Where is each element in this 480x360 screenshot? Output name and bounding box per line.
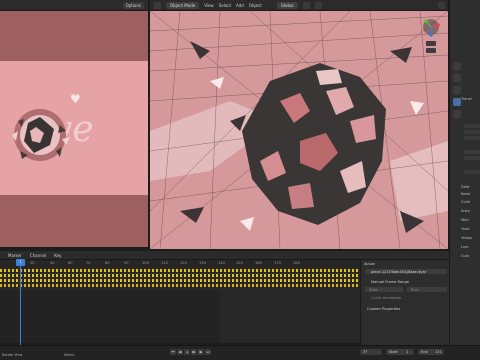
next-key-icon[interactable]: ▶	[198, 349, 204, 355]
love-text-shatter-render: ve ♥	[12, 92, 94, 161]
svg-text:♥: ♥	[70, 92, 81, 106]
object-mode-dropdown[interactable]: Object Mode	[166, 1, 200, 9]
end-frame-label: End	[411, 288, 418, 292]
prev-key-icon[interactable]: ◀	[177, 349, 183, 355]
editor-type-icon[interactable]	[154, 1, 161, 9]
shading-icon[interactable]	[438, 1, 445, 9]
tick-label: 100	[142, 261, 149, 265]
play-reverse-icon[interactable]: ◂	[184, 349, 190, 355]
shattered-mesh-scene	[150, 11, 448, 249]
tool-tab-icon[interactable]	[453, 62, 461, 70]
menu-view[interactable]: View	[204, 3, 214, 8]
props-label-relations[interactable]: Relat	[461, 192, 470, 196]
frame-ruler[interactable]: 20 40 60 70 80 90 100 110 120 130 140 15…	[0, 260, 360, 267]
dopesheet-empty-region	[0, 290, 220, 343]
props-label-lineart[interactable]: Line	[461, 245, 469, 249]
props-label-motion[interactable]: Moti	[461, 218, 469, 222]
object-tab-icon[interactable]	[453, 86, 461, 94]
cyclic-animation-checkbox[interactable]: Cyclic Animation	[371, 296, 401, 300]
status-hint-left: Rotate View	[2, 353, 23, 357]
playhead-line[interactable]	[20, 259, 21, 345]
status-hint-mid: Select	[64, 353, 75, 357]
props-label-collections[interactable]: Colle	[461, 200, 470, 204]
tick-label: 150	[236, 261, 243, 265]
property-row[interactable]	[464, 130, 480, 134]
tick-label: 140	[218, 261, 225, 265]
viewport-header: Object Mode View Select Add Object Globa…	[150, 0, 448, 11]
dopesheet-header: Marker Channel Key	[0, 251, 449, 260]
tick-label: 130	[199, 261, 206, 265]
snap-icon[interactable]	[302, 1, 310, 9]
property-row[interactable]	[464, 124, 480, 128]
property-row[interactable]	[464, 136, 480, 140]
render-band-top	[0, 11, 148, 61]
proportional-edit-icon[interactable]	[314, 1, 322, 9]
property-row[interactable]	[464, 156, 480, 160]
props-label-viewport[interactable]: Viewp	[461, 236, 472, 240]
3d-viewport[interactable]	[150, 11, 448, 249]
keyframe-row[interactable]	[0, 269, 360, 272]
play-icon[interactable]: ▶	[191, 349, 197, 355]
transform-orientation-dropdown[interactable]: Global	[276, 1, 298, 9]
menu-key[interactable]: Key	[54, 253, 61, 258]
tick-label: 180	[293, 261, 300, 265]
props-label-custom[interactable]: Cust	[461, 254, 469, 258]
properties-editor	[449, 0, 480, 345]
props-label-transform[interactable]: Transf	[461, 97, 472, 101]
jump-end-icon[interactable]: ⏭	[205, 349, 211, 355]
action-panel-title[interactable]: Action	[364, 262, 375, 266]
action-sidebar-panel: Action piece.1210Take.001|Base.dyar Manu…	[360, 260, 449, 345]
tick-label: 80	[105, 261, 110, 265]
object-properties-tab-icon[interactable]	[453, 98, 461, 106]
end-frame-value[interactable]: 131	[432, 349, 444, 355]
modifier-tab-icon[interactable]	[453, 110, 461, 118]
manual-frame-range-label[interactable]: Manual Frame Range	[371, 280, 409, 284]
keyframe-row[interactable]	[0, 284, 360, 287]
tick-label: 120	[180, 261, 187, 265]
menu-object[interactable]: Object	[249, 3, 262, 8]
menu-add[interactable]: Add	[236, 3, 244, 8]
current-frame-field[interactable]: 37	[360, 349, 382, 355]
render-tab-icon[interactable]	[453, 74, 461, 82]
tick-label: 70	[86, 261, 91, 265]
property-row[interactable]	[464, 150, 480, 154]
tick-label: 60	[68, 261, 73, 265]
start-frame-value[interactable]: 1	[403, 349, 413, 355]
props-label-instancing[interactable]: Insta	[461, 209, 470, 213]
render-preview: ve ♥	[0, 11, 148, 247]
menu-channel[interactable]: Channel	[30, 253, 46, 258]
props-label-delta[interactable]: Deltr	[461, 185, 470, 189]
tick-label: 110	[161, 261, 168, 265]
property-row[interactable]	[464, 170, 480, 174]
menu-select[interactable]: Select	[219, 3, 231, 8]
keyframe-row[interactable]	[0, 279, 360, 282]
menu-marker[interactable]: Marker	[8, 253, 22, 258]
tick-label: 20	[30, 261, 35, 265]
custom-properties-panel[interactable]: Custom Properties	[367, 307, 400, 311]
tick-label: 40	[50, 261, 55, 265]
keyframe-row[interactable]	[0, 274, 360, 277]
start-frame-label: Start	[369, 288, 378, 292]
navigation-gizmo[interactable]	[418, 17, 444, 57]
tick-label: 90	[124, 261, 129, 265]
current-frame-indicator[interactable]: 1	[16, 259, 25, 266]
jump-start-icon[interactable]: ⏮	[170, 349, 176, 355]
props-label-visibility[interactable]: Visib	[461, 227, 470, 231]
options-button[interactable]: Options	[122, 2, 144, 9]
tick-label: 170	[274, 261, 281, 265]
action-name-text: piece.1210Take.001|Base.dyar	[371, 270, 427, 274]
render-band-bottom	[0, 195, 148, 247]
tick-label: 160	[255, 261, 262, 265]
render-view-header: Options	[0, 0, 148, 11]
